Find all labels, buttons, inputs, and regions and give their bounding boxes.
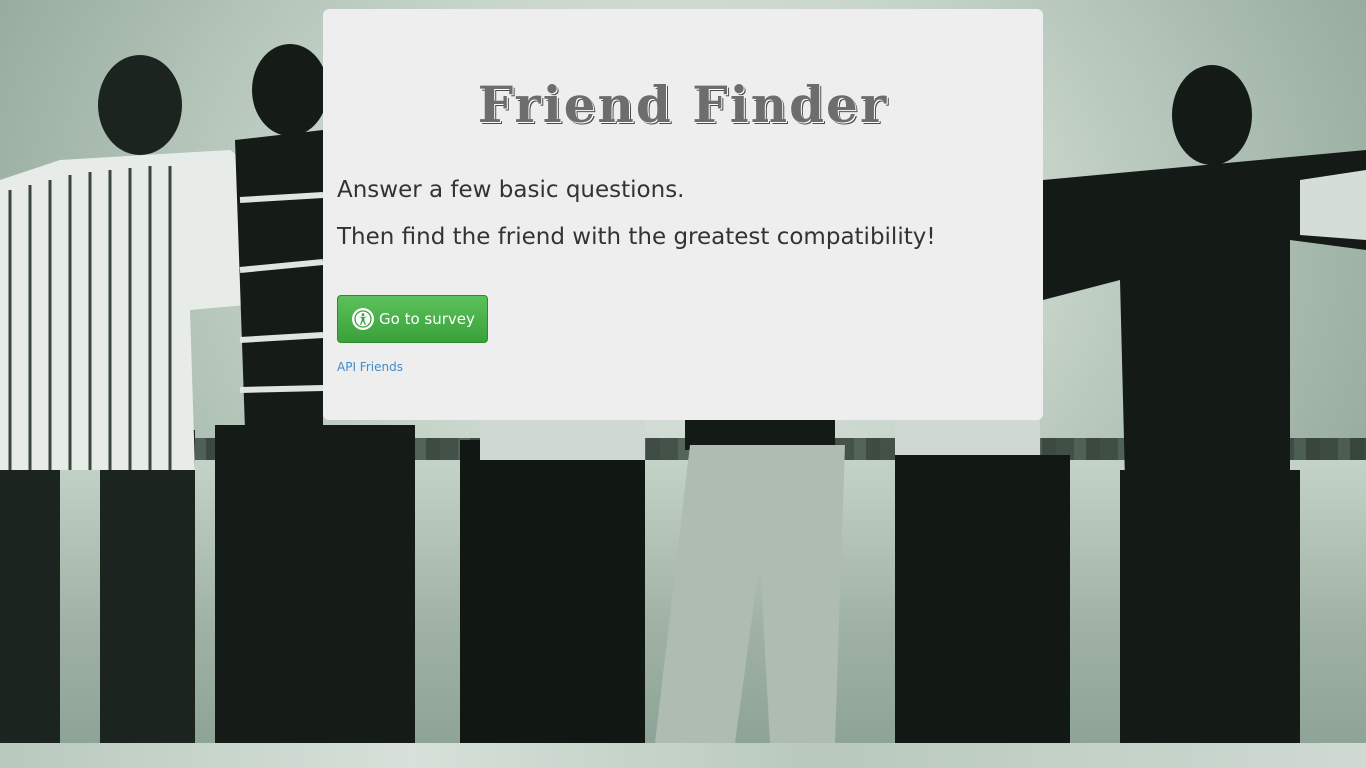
intro-line-2: Then find the friend with the greatest c… bbox=[337, 224, 936, 250]
intro-line-1: Answer a few basic questions. bbox=[337, 177, 685, 203]
page-title: Friend Finder bbox=[477, 75, 889, 134]
background-bottom-strip bbox=[0, 743, 1366, 768]
go-to-survey-label: Go to survey bbox=[379, 310, 475, 328]
accessibility-icon bbox=[352, 308, 374, 330]
intro-card: Friend Finder Answer a few basic questio… bbox=[323, 9, 1043, 420]
api-friends-link[interactable]: API Friends bbox=[337, 360, 403, 374]
go-to-survey-button[interactable]: Go to survey bbox=[337, 295, 488, 343]
